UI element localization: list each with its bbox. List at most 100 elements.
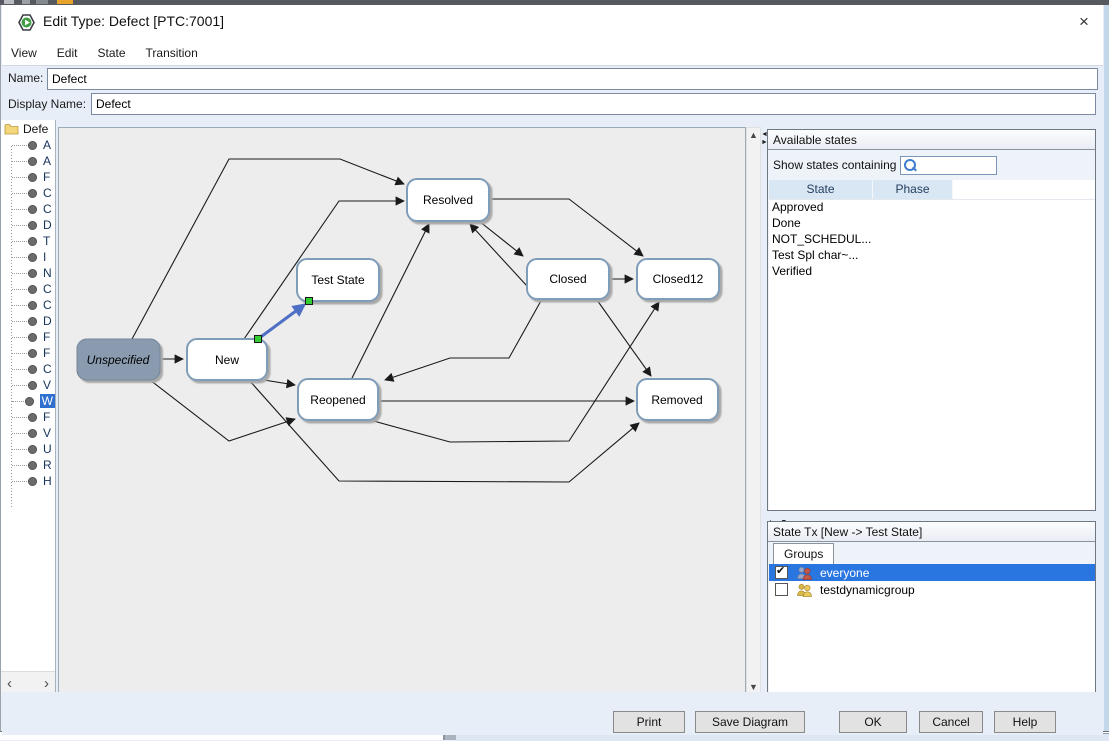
tree-connector [12, 481, 27, 482]
group-checkbox[interactable] [775, 566, 788, 579]
column-header-phase[interactable]: Phase [873, 180, 953, 199]
tree-connector [12, 449, 27, 450]
state-label: Closed12 [653, 272, 704, 286]
tree-item[interactable]: D [1, 313, 55, 329]
search-input[interactable] [900, 156, 997, 175]
ok-button[interactable]: OK [839, 711, 907, 733]
state-row[interactable]: Test Spl char~... [769, 248, 1095, 264]
column-header-state[interactable]: State [769, 180, 873, 199]
tree-item[interactable]: D [1, 217, 55, 233]
state-bullet-icon [28, 237, 37, 246]
tree-item[interactable]: N [1, 265, 55, 281]
cancel-button[interactable]: Cancel [919, 711, 983, 733]
tree-item[interactable]: C [1, 185, 55, 201]
scroll-left-icon[interactable]: ‹ [7, 674, 12, 694]
tree-item[interactable]: F [1, 329, 55, 345]
transition-handle[interactable] [255, 336, 262, 343]
group-row[interactable]: testdynamicgroup [769, 581, 1095, 598]
tree-connector [12, 177, 27, 178]
tree-item[interactable]: F [1, 409, 55, 425]
tree-item[interactable]: C [1, 361, 55, 377]
tab-groups[interactable]: Groups [773, 543, 834, 564]
transition-reopened-closed12[interactable] [370, 302, 659, 442]
tree-item[interactable]: R [1, 457, 55, 473]
transition-new-test-state-selected[interactable] [255, 298, 313, 343]
tree-item-label: C [43, 298, 52, 312]
title-bar[interactable]: Edit Type: Defect [PTC:7001] × [2, 5, 1103, 40]
display-name-input[interactable] [91, 93, 1096, 115]
tree-item[interactable]: T [1, 233, 55, 249]
tree-item-label: F [43, 410, 50, 424]
tree-item-label: C [43, 362, 52, 376]
transition-new-reopened[interactable] [264, 380, 295, 385]
screen: Edit Type: Defect [PTC:7001] × ViewEditS… [0, 0, 1109, 739]
state-row[interactable]: NOT_SCHEDUL... [769, 232, 1095, 248]
save-diagram-button[interactable]: Save Diagram [695, 711, 805, 733]
state-bullet-icon [28, 445, 37, 454]
state-row[interactable]: Approved [769, 200, 1095, 216]
help-button[interactable]: Help [994, 711, 1056, 733]
transition-unspecified-reopened[interactable] [150, 380, 295, 441]
scroll-down-icon[interactable]: ▼ [747, 682, 760, 692]
tree-item-label: D [43, 314, 52, 328]
name-input[interactable] [47, 68, 1098, 90]
tree-item[interactable]: H [1, 473, 55, 489]
tree-connector [12, 193, 27, 194]
tree-item[interactable]: C [1, 297, 55, 313]
menu-item[interactable]: View [4, 43, 44, 63]
group-row[interactable]: everyone [769, 564, 1095, 581]
tree-item-label: U [43, 442, 52, 456]
tree-item[interactable]: C [1, 201, 55, 217]
transition-closed-reopened[interactable] [385, 299, 542, 380]
tree-root-defect[interactable]: Defe [1, 120, 55, 137]
tree-item[interactable]: I [1, 249, 55, 265]
state-bullet-icon [28, 301, 37, 310]
state-row[interactable]: Done [769, 216, 1095, 232]
tree-item[interactable]: F [1, 345, 55, 361]
scroll-right-icon[interactable]: › [44, 674, 49, 694]
transition-unspecified-resolved[interactable] [132, 159, 404, 339]
state-row[interactable]: Verified [769, 264, 1095, 280]
state-bullet-icon [28, 429, 37, 438]
canvas-vertical-scrollbar[interactable]: ▲ ▼ [746, 127, 761, 695]
tree-item-label: V [43, 426, 51, 440]
transition-closed-resolved[interactable] [470, 224, 527, 286]
menu-bar: View EditState Transition [2, 40, 1103, 66]
tab-row: Groups [769, 543, 1095, 565]
state-label: Removed [651, 393, 702, 407]
menu-item[interactable]: Edit [50, 43, 85, 63]
transition-handle[interactable] [306, 298, 313, 305]
transition-resolved-closed[interactable] [479, 221, 523, 256]
tree-item[interactable]: W [1, 393, 55, 409]
workflow-canvas[interactable]: Unspecified New Test State Resolved Clos… [58, 127, 746, 695]
filter-label: Show states containing [773, 158, 896, 172]
tree-item[interactable]: F [1, 169, 55, 185]
tree-item[interactable]: C [1, 281, 55, 297]
tree-item[interactable]: V [1, 425, 55, 441]
folder-icon [4, 123, 19, 135]
tree-item[interactable]: A [1, 137, 55, 153]
menu-item[interactable]: State [90, 43, 132, 63]
tree-item[interactable]: V [1, 377, 55, 393]
tree-item-label: F [43, 170, 50, 184]
transition-closed-removed[interactable] [597, 300, 651, 376]
tree-connector [12, 401, 24, 402]
state-bullet-icon [28, 285, 37, 294]
states-table-header: State Phase [769, 180, 1095, 200]
window-title: Edit Type: Defect [PTC:7001] [43, 13, 224, 29]
app-icon [18, 14, 35, 31]
tree-connector [12, 465, 27, 466]
state-bullet-icon [28, 461, 37, 470]
tree-connector [12, 385, 27, 386]
close-button[interactable]: × [1071, 10, 1097, 34]
available-states-panel: Available states Show states containing … [767, 129, 1096, 511]
tree-item[interactable]: U [1, 441, 55, 457]
tree-item[interactable]: A [1, 153, 55, 169]
menu-item[interactable]: Transition [139, 43, 205, 63]
scroll-up-icon[interactable]: ▲ [747, 130, 760, 140]
horizontal-splitter[interactable]: ▲ ▼ [767, 511, 1096, 521]
groups-list: everyone testdynamicgroup [769, 564, 1095, 692]
print-button[interactable]: Print [613, 711, 685, 733]
group-checkbox[interactable] [775, 583, 788, 596]
background-toolbar-fragment [4, 0, 14, 4]
